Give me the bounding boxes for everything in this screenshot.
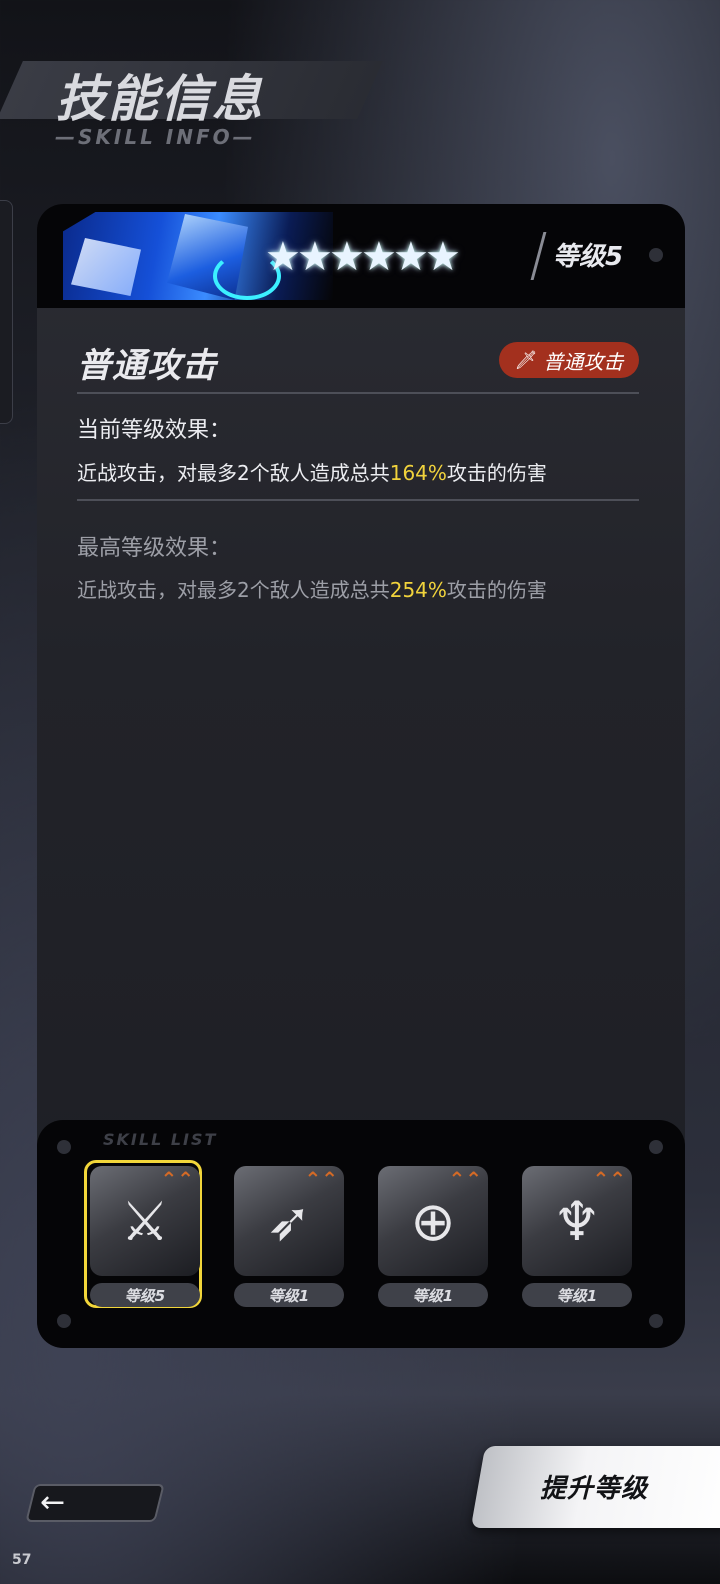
star-icon: ★ (393, 234, 429, 280)
decor-dot (649, 1314, 663, 1328)
decor-dot (57, 1140, 71, 1154)
skill-slot-4[interactable]: ♆ ⌃⌃ 等级1 (522, 1166, 634, 1308)
skill-type-badge: 🗡 普通攻击 (499, 342, 639, 378)
decor-dot (649, 248, 663, 262)
decor-dot (57, 1314, 71, 1328)
arrow-left-icon[interactable]: ← (40, 1488, 65, 1518)
star-icon: ★ (297, 234, 333, 280)
star-icon: ★ (329, 234, 365, 280)
skill-slot-3[interactable]: ⊕ ⌃⌃ 等级1 (378, 1166, 490, 1308)
star-icon: ★ (265, 234, 301, 280)
skill-slot-level: 等级1 (522, 1283, 632, 1307)
sword-icon: 🗡 (514, 349, 538, 371)
page-subtitle: —SKILL INFO— (55, 125, 256, 149)
divider (77, 392, 639, 394)
character-level: 等级5 (553, 242, 624, 272)
star-icon: ★ (425, 234, 461, 280)
skill-type-label: 普通攻击 (543, 349, 624, 374)
skill-card-header: ★ ★ ★ ★ ★ ★ 等级5 (37, 204, 685, 308)
divider (77, 499, 639, 501)
page-title: 技能信息 (56, 70, 264, 128)
max-effect-text: 近战攻击，对最多2个敌人造成总共254%攻击的伤害 (77, 578, 547, 602)
skill-slot-1[interactable]: ⚔ ⌃⌃ 等级5 (84, 1160, 202, 1308)
upgrade-level-label[interactable]: 提升等级 (540, 1468, 648, 1505)
upgrade-available-icon: ⌃⌃ (304, 1167, 338, 1191)
max-effect-heading: 最高等级效果： (77, 536, 232, 561)
skill-slot-level: 等级1 (234, 1283, 344, 1307)
skill-slot-2[interactable]: ➶ ⌃⌃ 等级1 (234, 1166, 346, 1308)
current-effect-heading: 当前等级效果： (77, 418, 232, 443)
page-number: 57 (12, 1552, 32, 1568)
max-effect-value: 254% (389, 578, 447, 602)
level-divider (530, 232, 547, 280)
title-block: 技能信息 —SKILL INFO— (0, 55, 383, 155)
decor-dot (649, 1140, 663, 1154)
skill-list-dock: SKILL LIST ⚔ ⌃⌃ 等级5 ➶ ⌃⌃ 等级1 ⊕ ⌃⌃ 等级1 ♆ … (37, 1120, 685, 1348)
skill-slot-level: 等级5 (90, 1283, 200, 1307)
skill-name: 普通攻击 (77, 346, 217, 386)
upgrade-available-icon: ⌃⌃ (592, 1167, 626, 1191)
skill-detail-card: ★ ★ ★ ★ ★ ★ 等级5 普通攻击 🗡 普通攻击 当前等级效果： 近战攻击… (37, 204, 685, 1348)
skill-slot-level: 等级1 (378, 1283, 488, 1307)
star-icon: ★ (361, 234, 397, 280)
current-effect-text: 近战攻击，对最多2个敌人造成总共164%攻击的伤害 (77, 461, 547, 485)
upgrade-available-icon: ⌃⌃ (448, 1167, 482, 1191)
skill-list-subtitle: SKILL LIST (103, 1130, 218, 1149)
star-rating: ★ ★ ★ ★ ★ ★ (265, 234, 461, 280)
current-effect-value: 164% (389, 461, 447, 485)
side-drawer-tab[interactable] (0, 200, 13, 424)
upgrade-available-icon: ⌃⌃ (160, 1167, 194, 1191)
